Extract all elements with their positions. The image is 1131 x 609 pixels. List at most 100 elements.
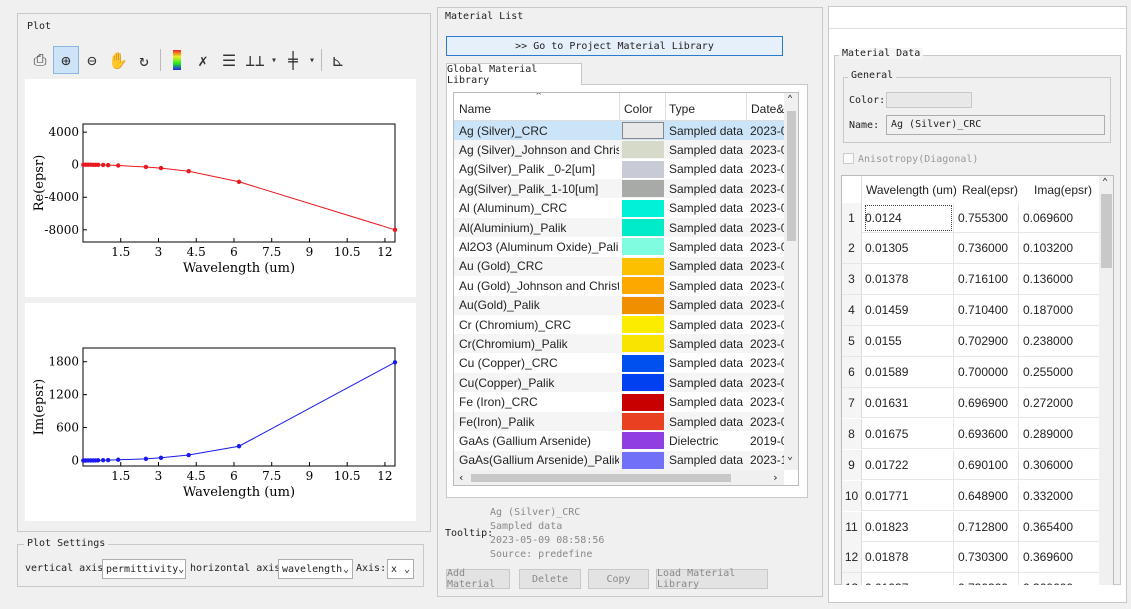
table-row[interactable]: Al(Aluminium)_Palik Sampled data 2023-0 <box>454 218 787 237</box>
table-row[interactable]: Al2O3 (Aluminum Oxide)_Palik Sampled data… <box>454 237 787 257</box>
colormap-icon[interactable] <box>173 50 181 70</box>
material-color-swatch[interactable] <box>622 316 664 333</box>
vertical-axis-select[interactable]: permittivity ⌄ <box>102 559 186 579</box>
material-color-swatch[interactable] <box>622 451 664 469</box>
dropdown-arrow-icon[interactable]: ▾ <box>306 46 318 74</box>
real-epsr-cell[interactable]: 0.702900 <box>955 326 1019 357</box>
axes-config-icon[interactable]: ⊾ <box>325 46 351 74</box>
material-color-swatch[interactable] <box>622 413 664 430</box>
table-row[interactable]: 9 0.01722 0.690100 0.306000 <box>842 449 1099 481</box>
wavelength-cell[interactable]: 0.01878 <box>863 542 954 573</box>
real-epsr-cell[interactable]: 0.700000 <box>955 357 1019 387</box>
wavelength-cell[interactable]: 0.01378 <box>863 264 954 295</box>
material-color-swatch[interactable] <box>622 354 664 372</box>
add-material-button[interactable]: Add Material <box>446 568 510 590</box>
tab-global-material-library[interactable]: Global Material Library <box>446 63 582 86</box>
imag-epsr-cell[interactable]: 0.069600 <box>1020 203 1099 233</box>
copy-button[interactable]: Copy <box>588 569 649 589</box>
imag-epsr-cell[interactable]: 0.238000 <box>1020 326 1099 356</box>
table-row[interactable]: 12 0.01878 0.730300 0.369600 <box>842 542 1099 573</box>
material-color-swatch[interactable] <box>622 277 664 295</box>
axis-select[interactable]: x ⌄ <box>387 559 414 579</box>
re-epsr-plot[interactable]: 1.5 3 4.5 6 7.5 9 10.5 12 4000 0 -4000 -8000 Wavelen… <box>25 79 416 297</box>
header-color[interactable]: Color <box>624 102 653 116</box>
imag-epsr-cell[interactable]: 0.365400 <box>1020 512 1099 542</box>
table-row[interactable]: Cu(Copper)_Palik Sampled data 2023-0 <box>454 373 787 393</box>
wavelength-cell[interactable]: 0.01459 <box>863 295 954 326</box>
wavelength-cell[interactable]: 0.0155 <box>863 326 954 357</box>
material-color-swatch[interactable] <box>622 374 664 392</box>
data-vertical-scrollbar[interactable]: ⌃ <box>1099 176 1113 585</box>
load-material-library-button[interactable]: Load Material Library <box>656 568 768 590</box>
wavelength-cell[interactable]: 0.01722 <box>863 449 954 480</box>
wavelength-cell[interactable]: 0.01823 <box>863 511 954 542</box>
axis-icon[interactable]: ╪ <box>280 46 306 74</box>
anisotropy-checkbox[interactable] <box>843 153 854 164</box>
pan-hand-icon[interactable]: ✋ <box>105 46 131 74</box>
table-row[interactable]: Au (Gold)_Johnson and Christy Sampled dat… <box>454 276 787 296</box>
imag-epsr-cell[interactable]: 0.255000 <box>1020 357 1099 387</box>
data-cursor-icon[interactable]: ✗ <box>190 46 216 74</box>
wavelength-cell[interactable]: 0.01675 <box>863 418 954 449</box>
name-input[interactable]: Ag (Silver)_CRC <box>886 115 1105 135</box>
real-epsr-cell[interactable]: 0.696900 <box>955 387 1019 418</box>
table-row[interactable]: GaAs(Gallium Arsenide)_Palik Sampled data… <box>454 450 787 470</box>
imag-epsr-cell[interactable]: 0.332000 <box>1020 481 1099 511</box>
imag-epsr-cell[interactable]: 0.369600 <box>1020 542 1099 572</box>
material-color-swatch[interactable] <box>622 296 664 314</box>
zoom-out-icon[interactable]: ⊖ <box>79 46 105 74</box>
material-color-swatch[interactable] <box>622 393 664 411</box>
table-row[interactable]: 130.019370.7303000.369600 <box>842 573 1099 585</box>
imag-epsr-cell[interactable]: 0.272000 <box>1020 388 1099 418</box>
print-icon[interactable]: ⎙ <box>27 46 53 74</box>
table-row[interactable]: Fe (Iron)_CRC Sampled data 2023-0 <box>454 392 787 412</box>
imag-epsr-cell[interactable]: 0.136000 <box>1020 264 1099 294</box>
table-row[interactable]: 8 0.01675 0.693600 0.289000 <box>842 418 1099 450</box>
scrollbar-thumb[interactable] <box>1101 194 1112 268</box>
header-imag-epsr[interactable]: Imag(epsr) <box>1034 183 1092 197</box>
wavelength-cell[interactable]: 0.0124 <box>863 202 954 233</box>
table-row[interactable]: Ag (Silver)_CRC Sampled data 2023-0 <box>454 121 787 140</box>
imag-epsr-cell[interactable]: 0.306000 <box>1020 450 1099 480</box>
horizontal-axis-select[interactable]: wavelength ⌄ <box>278 559 353 579</box>
material-color-swatch[interactable] <box>622 238 664 256</box>
wavelength-cell[interactable]: 0.01771 <box>863 480 954 511</box>
header-type[interactable]: Type <box>669 102 695 116</box>
table-row[interactable]: 4 0.01459 0.710400 0.187000 <box>842 295 1099 326</box>
legend-icon[interactable]: ☰ <box>216 46 242 74</box>
wavelength-cell[interactable]: 0.01305 <box>863 233 954 264</box>
table-row[interactable]: 6 0.01589 0.700000 0.255000 <box>842 357 1099 388</box>
real-epsr-cell[interactable]: 0.755300 <box>955 202 1019 233</box>
table-row[interactable]: 11 0.01823 0.712800 0.365400 <box>842 511 1099 542</box>
table-row[interactable]: Ag (Silver)_Johnson and Christy Sampled d… <box>454 140 787 160</box>
table-row[interactable]: 5 0.0155 0.702900 0.238000 <box>842 326 1099 357</box>
header-real-epsr[interactable]: Real(epsr) <box>962 183 1018 197</box>
header-name[interactable]: Name <box>459 102 491 116</box>
color-swatch[interactable] <box>886 92 972 108</box>
table-row[interactable]: Ag(Silver)_Palik _0-2[um] Sampled data 202… <box>454 159 787 179</box>
table-row[interactable]: Au (Gold)_CRC Sampled data 2023-0 <box>454 256 787 276</box>
material-color-swatch[interactable] <box>622 160 664 178</box>
real-epsr-cell[interactable]: 0.693600 <box>955 418 1019 449</box>
real-epsr-cell[interactable]: 0.710400 <box>955 295 1019 326</box>
delete-button[interactable]: Delete <box>519 569 581 589</box>
material-color-swatch[interactable] <box>622 335 664 353</box>
table-row[interactable]: Cu (Copper)_CRC Sampled data 2023-0 <box>454 353 787 373</box>
table-row[interactable]: 10 0.01771 0.648900 0.332000 <box>842 480 1099 512</box>
header-wavelength[interactable]: Wavelength (um) <box>866 183 957 197</box>
table-row[interactable]: 3 0.01378 0.716100 0.136000 <box>842 264 1099 295</box>
material-color-swatch[interactable] <box>622 219 664 236</box>
table-row[interactable]: 2 0.01305 0.736000 0.103200 <box>842 233 1099 264</box>
real-epsr-cell[interactable]: 0.690100 <box>955 449 1019 480</box>
imag-epsr-cell[interactable]: 0.103200 <box>1020 233 1099 263</box>
goto-project-library-button[interactable]: >> Go to Project Material Library <box>446 36 783 56</box>
imag-epsr-cell[interactable]: 0.289000 <box>1020 419 1099 449</box>
header-date[interactable]: Date& <box>751 102 784 116</box>
horizontal-scrollbar[interactable]: ‹ › <box>454 470 784 485</box>
real-epsr-cell[interactable]: 0.730300 <box>955 573 1019 585</box>
table-row[interactable]: Ag(Silver)_Palik_1-10[um] Sampled data 202… <box>454 179 787 199</box>
reset-icon[interactable]: ↻ <box>131 46 157 74</box>
material-color-swatch[interactable] <box>622 432 664 450</box>
imag-epsr-cell[interactable]: 0.187000 <box>1020 295 1099 325</box>
wavelength-cell[interactable]: 0.01631 <box>863 387 954 418</box>
